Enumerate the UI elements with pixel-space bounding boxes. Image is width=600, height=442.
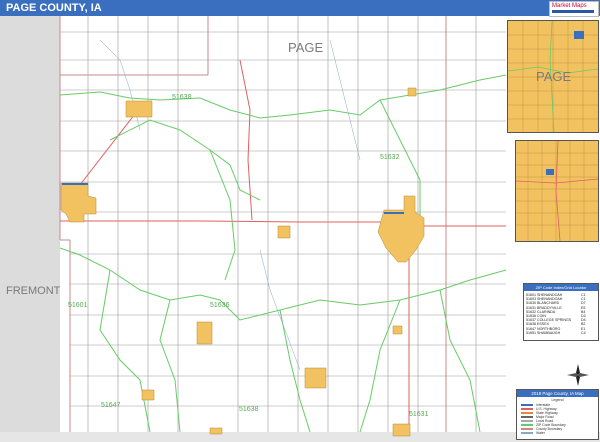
- legend-header: 2018 Page County, IA Map: [517, 390, 598, 397]
- town-northboro: [141, 389, 155, 401]
- zip-index-header: ZIP Code Index/Grid Locator: [524, 284, 598, 291]
- inset-map-city[interactable]: [515, 140, 599, 242]
- legend-item: Water: [521, 431, 596, 435]
- logo-stripe: [552, 10, 594, 13]
- inset-map-city-graphic: [516, 141, 598, 241]
- zip-index-panel: ZIP Code Index/Grid Locator 51601SHENAND…: [523, 283, 599, 341]
- inset-county-label: PAGE: [536, 69, 572, 84]
- south-edge: [0, 432, 600, 442]
- town-small-1: [407, 87, 417, 97]
- legend-subheader: Legend: [551, 398, 564, 402]
- zip-index-rows: 51601SHENANDOAH C1 51603SHENANDOAH C1 5163…: [526, 293, 596, 335]
- county-label: PAGE: [288, 40, 324, 55]
- zip-label: 51632: [380, 154, 400, 161]
- zip-label: 51638: [239, 406, 259, 413]
- neighbor-county-label: FREMONT: [6, 285, 61, 297]
- map-legend: 2018 Page County, IA Map Legend Intersta…: [516, 389, 599, 440]
- county-area: [60, 16, 506, 432]
- title-bar: PAGE COUNTY, IA Market Maps: [0, 0, 600, 17]
- publisher-logo: Market Maps: [549, 1, 599, 17]
- town-small-3: [209, 427, 223, 435]
- compass-rose-icon: [567, 364, 589, 386]
- zip-label: 51647: [101, 402, 121, 409]
- zip-label: 51636: [210, 302, 230, 309]
- zip-label: 51601: [68, 302, 88, 309]
- zip-label: 51631: [409, 411, 429, 418]
- town-coin: [196, 321, 213, 345]
- zip-index-row: 51651SHAMBAUGH C4: [526, 330, 586, 335]
- town-blanchard: [392, 423, 411, 437]
- logo-text: Market Maps: [552, 3, 587, 9]
- town-shambaugh: [277, 225, 291, 239]
- town-essex: [125, 100, 153, 118]
- map-title: PAGE COUNTY, IA: [6, 2, 102, 14]
- zip-label: 51638: [172, 94, 192, 101]
- town-small-2: [392, 325, 403, 335]
- town-college-springs: [304, 367, 327, 389]
